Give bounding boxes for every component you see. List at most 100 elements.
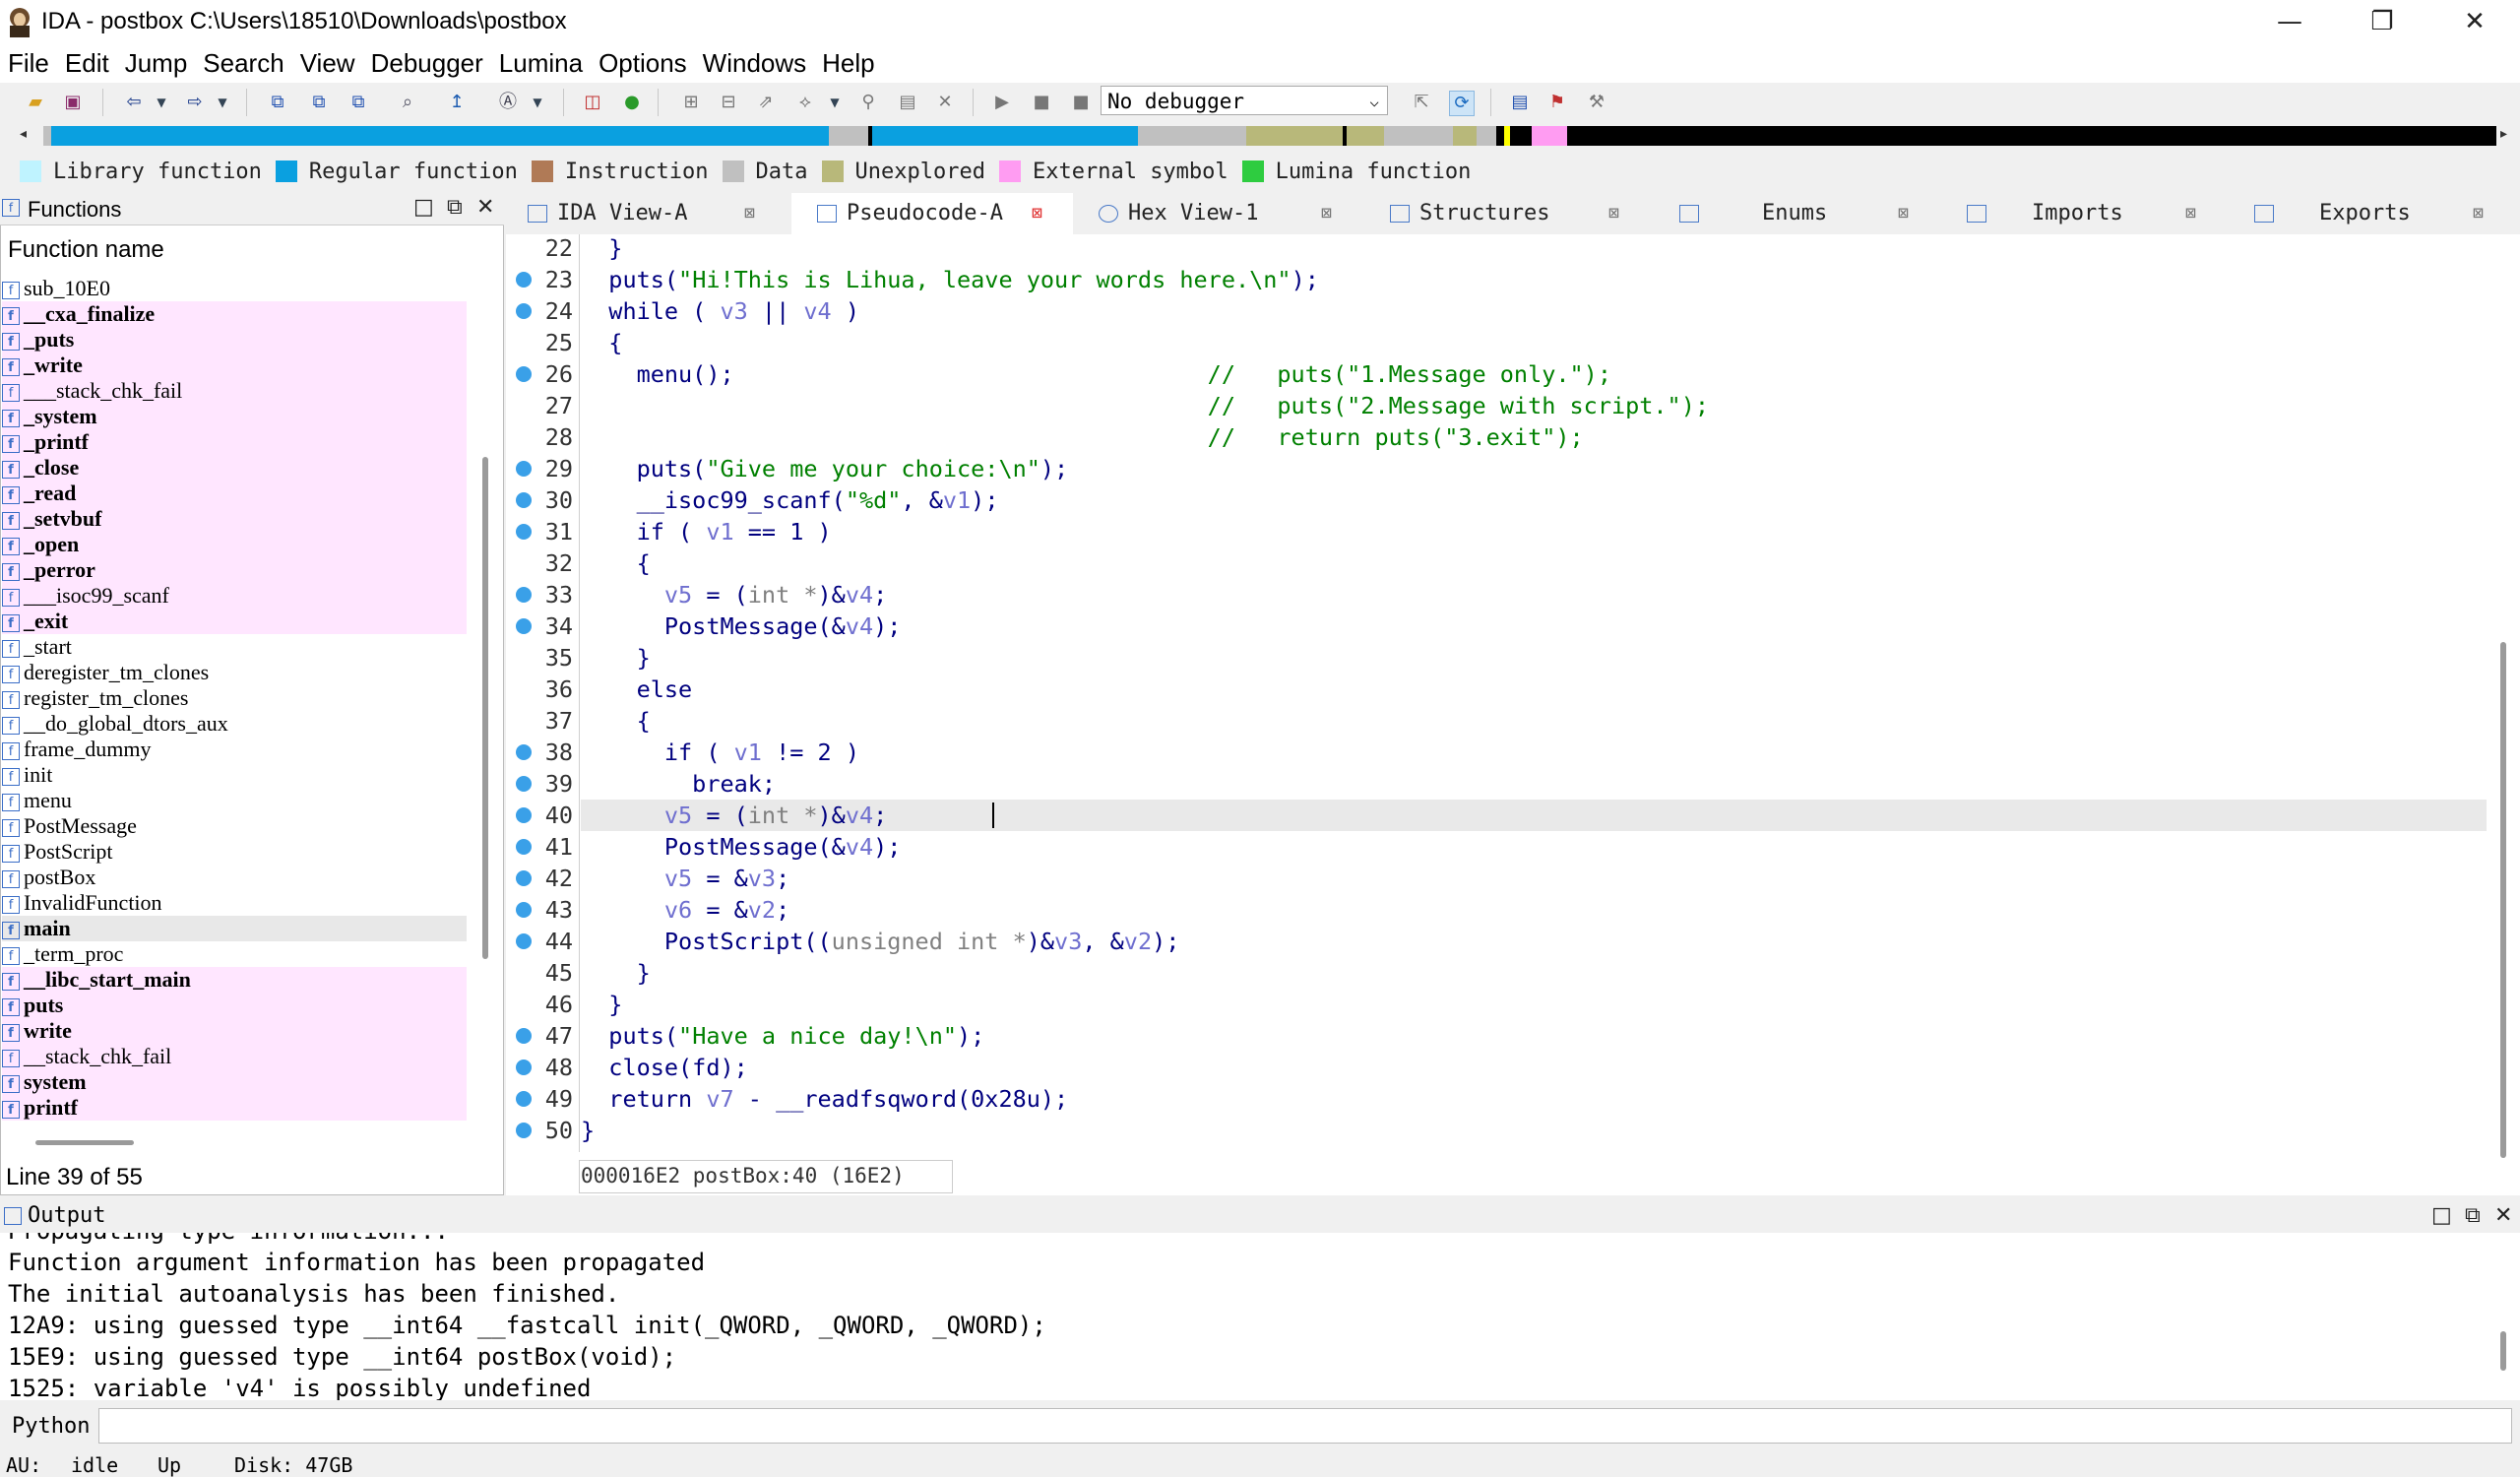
menu-lumina[interactable]: Lumina <box>491 43 591 83</box>
code-line[interactable]: return v7 - __readfsqword(0x28u); <box>581 1083 1068 1115</box>
tab-enums[interactable]: Enums ⊠ <box>1679 193 1925 234</box>
function-row[interactable]: f postBox <box>2 865 467 890</box>
code-line[interactable]: v5 = (int *)&v4; <box>581 800 887 831</box>
tab-exports[interactable]: Exports ⊠ <box>2254 193 2500 234</box>
search-binary-icon[interactable]: ⌕ <box>396 91 419 114</box>
function-row[interactable]: f _system <box>2 404 467 429</box>
code-line[interactable]: v6 = &v2; <box>581 894 789 926</box>
clipboard-icon[interactable]: ⧉ <box>346 91 370 114</box>
function-row[interactable]: f register_tm_clones <box>2 685 467 711</box>
stop-icon[interactable]: ■ <box>1069 91 1093 114</box>
menu-edit[interactable]: Edit <box>57 43 117 83</box>
code-line[interactable]: // return puts("3.exit"); <box>581 421 1584 453</box>
function-row[interactable]: f _write <box>2 353 467 378</box>
close-window-button[interactable]: ✕ <box>2429 0 2520 43</box>
function-name-column-header[interactable]: Function name <box>8 236 164 264</box>
tab-pseudocode-a[interactable]: Pseudocode-A ⊠ <box>791 193 1073 234</box>
output-close-icon[interactable]: ✕ <box>2494 1203 2512 1228</box>
navigation-strip[interactable] <box>43 126 2496 146</box>
code-line[interactable]: v5 = &v3; <box>581 863 789 894</box>
code-line[interactable]: { <box>581 705 651 737</box>
minimize-button[interactable]: — <box>2244 0 2335 43</box>
code-line[interactable]: } <box>581 957 651 989</box>
play-icon[interactable]: ▶ <box>990 91 1014 114</box>
function-row[interactable]: f _read <box>2 481 467 506</box>
function-row[interactable]: f system <box>2 1069 467 1095</box>
menu-search[interactable]: Search <box>195 43 291 83</box>
function-row[interactable]: f _close <box>2 455 467 481</box>
function-row[interactable]: f __stack_chk_fail <box>2 1044 467 1069</box>
debugger-select[interactable]: No debugger ⌵ <box>1101 86 1388 115</box>
pin-icon[interactable]: ⟡ <box>793 91 817 114</box>
code-line[interactable]: PostScript((unsigned int *)&v3, &v2); <box>581 926 1180 957</box>
code-line[interactable]: v5 = (int *)&v4; <box>581 579 887 610</box>
command-input[interactable] <box>98 1408 2512 1444</box>
function-row[interactable]: f PostScript <box>2 839 467 865</box>
menu-jump[interactable]: Jump <box>117 43 196 83</box>
tab-close-icon[interactable]: ⊠ <box>2473 193 2484 234</box>
code-line[interactable]: close(fd); <box>581 1052 748 1083</box>
attach-icon[interactable]: ⇱ <box>1410 91 1433 114</box>
function-row[interactable]: f sub_10E0 <box>2 276 467 301</box>
tab-close-icon[interactable]: ⊠ <box>2185 193 2196 234</box>
open-file-icon[interactable]: ▰ <box>24 91 47 114</box>
function-row[interactable]: f _exit <box>2 609 467 634</box>
code-scrollbar[interactable] <box>2500 642 2506 1158</box>
pause-icon[interactable]: ■ <box>1030 91 1053 114</box>
code-line[interactable]: __isoc99_scanf("%d", &v1); <box>581 484 999 516</box>
refresh-icon[interactable]: ⟳ <box>1449 91 1475 116</box>
tab-close-icon[interactable]: ⊠ <box>1032 193 1042 234</box>
pin-dropdown-icon[interactable]: ▼ <box>823 91 847 114</box>
function-row[interactable]: f deregister_tm_clones <box>2 660 467 685</box>
code-line[interactable]: else <box>581 674 693 705</box>
menu-help[interactable]: Help <box>814 43 882 83</box>
code-line[interactable]: menu(); // puts("1.Message only."); <box>581 358 1611 390</box>
breakpoint-icon[interactable]: ⚑ <box>1545 91 1569 114</box>
tab-close-icon[interactable]: ⊠ <box>1321 193 1332 234</box>
code-line[interactable]: { <box>581 327 622 358</box>
xref-icon[interactable]: ⇗ <box>754 91 778 114</box>
menu-windows[interactable]: Windows <box>695 43 814 83</box>
output-maximize-icon[interactable]: □ <box>2431 1203 2452 1228</box>
code-line[interactable]: { <box>581 547 651 579</box>
function-row[interactable]: f InvalidFunction <box>2 890 467 916</box>
save-icon[interactable]: ▣ <box>61 91 85 114</box>
panel-float-icon[interactable]: ⧉ <box>447 195 463 220</box>
tab-close-icon[interactable]: ⊠ <box>744 193 755 234</box>
paste-icon[interactable]: ⧉ <box>307 91 331 114</box>
tab-ida-view-a[interactable]: IDA View-A ⊠ <box>528 193 768 234</box>
function-row[interactable]: f ___isoc99_scanf <box>2 583 467 609</box>
cross-icon[interactable]: ✕ <box>933 91 957 114</box>
function-row[interactable]: f main <box>2 916 467 941</box>
functions-scrollbar[interactable] <box>482 457 488 959</box>
code-line[interactable]: } <box>581 1115 595 1146</box>
code-line[interactable]: } <box>581 642 651 674</box>
run-green-icon[interactable]: ● <box>620 91 644 114</box>
copy-icon[interactable]: ⧉ <box>266 91 289 114</box>
patch-icon[interactable]: ⚲ <box>856 91 880 114</box>
panel-maximize-icon[interactable]: □ <box>413 195 434 220</box>
function-row[interactable]: f _puts <box>2 327 467 353</box>
function-row[interactable]: f __do_global_dtors_aux <box>2 711 467 737</box>
nav-left-arrow-icon[interactable]: ◂ <box>20 126 27 142</box>
tab-structures[interactable]: Structures ⊠ <box>1390 193 1636 234</box>
segment-icon[interactable]: ⊞ <box>679 91 703 114</box>
code-line[interactable]: puts("Give me your choice:\n"); <box>581 453 1069 484</box>
code-line[interactable]: if ( v1 != 2 ) <box>581 737 859 768</box>
code-line[interactable]: break; <box>581 768 776 800</box>
function-row[interactable]: f _setvbuf <box>2 506 467 532</box>
menu-view[interactable]: View <box>292 43 363 83</box>
function-row[interactable]: f write <box>2 1018 467 1044</box>
tab-close-icon[interactable]: ⊠ <box>1608 193 1619 234</box>
output-scrollbar[interactable] <box>2500 1331 2506 1371</box>
function-row[interactable]: f ___stack_chk_fail <box>2 378 467 404</box>
output-float-icon[interactable]: ⧉ <box>2465 1203 2481 1228</box>
functions-hscrollbar[interactable] <box>35 1140 134 1145</box>
text-dropdown-icon[interactable]: ▼ <box>526 91 549 114</box>
image-icon[interactable]: ▤ <box>896 91 919 114</box>
code-line[interactable]: puts("Have a nice day!\n"); <box>581 1020 984 1052</box>
code-line[interactable]: // puts("2.Message with script."); <box>581 390 1709 421</box>
code-line[interactable]: PostMessage(&v4); <box>581 831 902 863</box>
function-row[interactable]: f _start <box>2 634 467 660</box>
function-row[interactable]: f _perror <box>2 557 467 583</box>
